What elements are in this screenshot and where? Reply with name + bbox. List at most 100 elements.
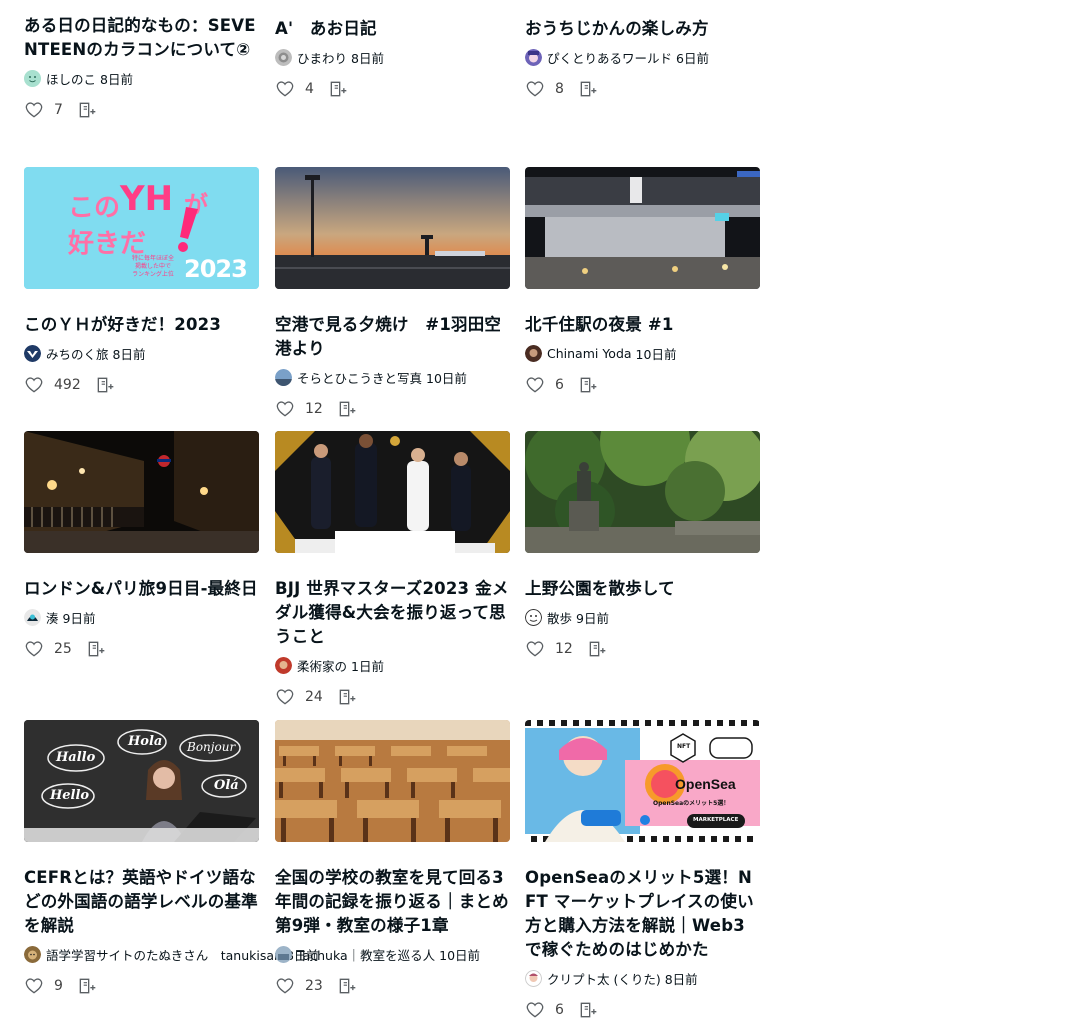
- article-actions: 23: [275, 976, 510, 996]
- article-card[interactable]: Hallo Hola Bonjour Hello Olá CEFRとは？英語やド…: [24, 720, 319, 996]
- article-title[interactable]: おうちじかんの楽しみ方: [525, 17, 760, 41]
- article-title[interactable]: ある日の日記的なもの：SEVENTEENのカラコンについて②: [24, 14, 259, 62]
- heart-icon[interactable]: [24, 375, 44, 395]
- thumbnail-text: Bonjour: [187, 740, 236, 754]
- author-avatar[interactable]: [275, 368, 292, 386]
- thumbnail-image: [24, 431, 259, 553]
- heart-icon[interactable]: [24, 100, 44, 120]
- article-card[interactable]: OpenSea OpenSeaのメリット5選！ MARKETPLACE NFT …: [525, 720, 760, 1020]
- article-actions: 24: [275, 687, 510, 707]
- author-avatar[interactable]: [525, 344, 542, 362]
- heart-icon[interactable]: [275, 976, 295, 996]
- article-thumbnail[interactable]: この YH が 好きだ 2023 特に毎年ほぼ全 掲載した中で ランキング上位: [24, 167, 259, 289]
- author-name[interactable]: 湊: [46, 608, 59, 627]
- author-avatar[interactable]: [24, 608, 41, 626]
- author-name[interactable]: 語学学習サイトのたぬきさん tanukisan: [46, 945, 282, 964]
- author-avatar[interactable]: [275, 656, 292, 674]
- article-title[interactable]: このＹＨが好きだ！2023: [24, 313, 259, 337]
- author-avatar[interactable]: [525, 969, 542, 987]
- add-to-magazine-icon[interactable]: [86, 639, 106, 659]
- add-to-magazine-icon[interactable]: [337, 976, 357, 996]
- article-card[interactable]: 北千住駅の夜景 #1 Chinami Yoda 10日前 6: [525, 167, 760, 395]
- article-title[interactable]: 空港で見る夕焼け #1羽田空港より: [275, 313, 510, 361]
- author-name[interactable]: ひまわり: [297, 48, 347, 67]
- add-to-magazine-icon[interactable]: [77, 100, 97, 120]
- post-date: 1日前: [351, 658, 384, 674]
- article-thumbnail[interactable]: [525, 167, 760, 289]
- article-thumbnail[interactable]: [275, 720, 510, 842]
- article-title[interactable]: ロンドン&パリ旅9日目-最終日: [24, 577, 259, 601]
- author-name[interactable]: 散歩: [547, 608, 572, 627]
- add-to-magazine-icon[interactable]: [77, 976, 97, 996]
- article-card[interactable]: 空港で見る夕焼け #1羽田空港より そらとひこうきと写真 10日前 12: [275, 167, 510, 419]
- article-card[interactable]: BJJ 世界マスターズ2023 金メダル獲得&大会を振り返って思うこと 柔術家の…: [275, 431, 510, 707]
- article-actions: 12: [525, 639, 760, 659]
- add-to-magazine-icon[interactable]: [578, 1000, 598, 1020]
- thumbnail-text: OpenSea: [675, 776, 736, 792]
- heart-icon[interactable]: [24, 639, 44, 659]
- author-avatar[interactable]: [525, 608, 542, 626]
- heart-icon[interactable]: [525, 1000, 545, 1020]
- article-card[interactable]: おうちじかんの楽しみ方 ぴくとりあるワールド 6日前 8: [525, 0, 760, 99]
- author-avatar[interactable]: [275, 48, 292, 66]
- article-title[interactable]: 全国の学校の教室を見て回る3年間の記録を振り返る｜まとめ第9弾・教室の様子1章: [275, 866, 510, 938]
- article-thumbnail[interactable]: [275, 167, 510, 289]
- author-avatar[interactable]: [24, 344, 41, 362]
- article-meta: そらとひこうきと写真 10日前: [275, 367, 510, 387]
- article-card[interactable]: この YH が 好きだ 2023 特に毎年ほぼ全 掲載した中で ランキング上位 この…: [24, 167, 259, 395]
- add-to-magazine-icon[interactable]: [337, 399, 357, 419]
- author-avatar[interactable]: [24, 69, 41, 87]
- add-to-magazine-icon[interactable]: [578, 79, 598, 99]
- thumbnail-image: [525, 167, 760, 289]
- like-count: 24: [305, 689, 323, 705]
- post-date: 10日前: [439, 947, 481, 963]
- article-title[interactable]: 上野公園を散歩して: [525, 577, 760, 601]
- article-card[interactable]: A' あお日記 ひまわり 8日前 4: [275, 0, 510, 99]
- article-card[interactable]: ロンドン&パリ旅9日目-最終日 湊 9日前 25: [24, 431, 259, 659]
- article-meta: 湊 9日前: [24, 607, 259, 627]
- author-name[interactable]: そらとひこうきと写真: [297, 368, 422, 387]
- author-name[interactable]: 柔術家の: [297, 656, 347, 675]
- heart-icon[interactable]: [24, 976, 44, 996]
- author-avatar[interactable]: [525, 48, 542, 66]
- like-count: 6: [555, 377, 564, 393]
- article-title[interactable]: OpenSeaのメリット5選！NFT マーケットプレイスの使い方と購入方法を解説…: [525, 866, 760, 962]
- article-actions: 7: [24, 100, 259, 120]
- article-card[interactable]: 上野公園を散歩して 散歩 9日前 12: [525, 431, 760, 659]
- article-card[interactable]: 全国の学校の教室を見て回る3年間の記録を振り返る｜まとめ第9弾・教室の様子1章 …: [275, 720, 510, 996]
- article-thumbnail[interactable]: [24, 431, 259, 553]
- add-to-magazine-icon[interactable]: [337, 687, 357, 707]
- article-thumbnail[interactable]: Hallo Hola Bonjour Hello Olá: [24, 720, 259, 842]
- author-name[interactable]: クリプト太 (くりた): [547, 969, 661, 988]
- thumbnail-text: YH: [120, 179, 174, 219]
- author-name[interactable]: ほしのこ: [46, 69, 96, 88]
- add-to-magazine-icon[interactable]: [578, 375, 598, 395]
- thumbnail-image: [275, 167, 510, 289]
- author-name[interactable]: ぴくとりあるワールド: [547, 48, 672, 67]
- heart-icon[interactable]: [525, 375, 545, 395]
- article-meta: Chinami Yoda 10日前: [525, 343, 760, 363]
- article-meta: ぴくとりあるワールド 6日前: [525, 47, 760, 67]
- article-title[interactable]: CEFRとは？英語やドイツ語などの外国語の語学レベルの基準を解説: [24, 866, 259, 938]
- article-title[interactable]: BJJ 世界マスターズ2023 金メダル獲得&大会を振り返って思うこと: [275, 577, 510, 649]
- heart-icon[interactable]: [525, 79, 545, 99]
- add-to-magazine-icon[interactable]: [95, 375, 115, 395]
- add-to-magazine-icon[interactable]: [328, 79, 348, 99]
- author-avatar[interactable]: [24, 945, 41, 963]
- article-card[interactable]: ある日の日記的なもの：SEVENTEENのカラコンについて② ほしのこ 8日前 …: [24, 0, 259, 120]
- author-avatar[interactable]: [275, 945, 292, 963]
- article-title[interactable]: A' あお日記: [275, 17, 510, 41]
- author-name[interactable]: Chinami Yoda: [547, 346, 632, 361]
- article-thumbnail[interactable]: [275, 431, 510, 553]
- article-meta: クリプト太 (くりた) 8日前: [525, 968, 760, 988]
- article-thumbnail[interactable]: [525, 431, 760, 553]
- heart-icon[interactable]: [275, 79, 295, 99]
- add-to-magazine-icon[interactable]: [587, 639, 607, 659]
- heart-icon[interactable]: [525, 639, 545, 659]
- author-name[interactable]: みちのく旅: [46, 344, 109, 363]
- article-thumbnail[interactable]: OpenSea OpenSeaのメリット5選！ MARKETPLACE NFT: [525, 720, 760, 842]
- author-name[interactable]: Tachuka｜教室を巡る人: [297, 945, 435, 964]
- article-title[interactable]: 北千住駅の夜景 #1: [525, 313, 760, 337]
- heart-icon[interactable]: [275, 399, 295, 419]
- heart-icon[interactable]: [275, 687, 295, 707]
